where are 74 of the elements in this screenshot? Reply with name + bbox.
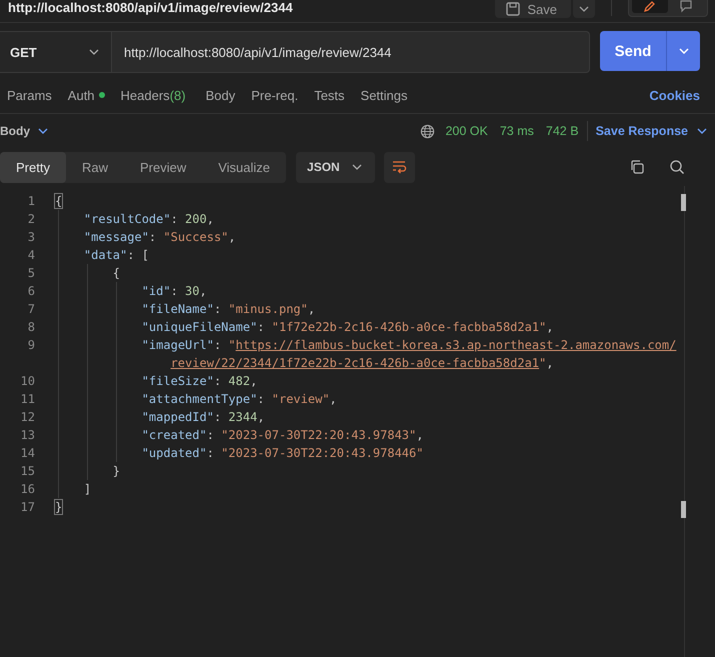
chevron-down-icon xyxy=(352,164,362,170)
request-tab[interactable]: Params xyxy=(7,88,52,102)
code-line: review/22/2344/1f72e22b-2c16-426b-a0ce-facbba58d2a1", xyxy=(170,355,554,372)
cookies-link[interactable]: Cookies xyxy=(649,88,700,102)
code-line: "imageUrl": "https://flambus-bucket-korea.s3.ap-northeast-2.amazonaws.com/ xyxy=(140,337,676,354)
save-dropdown-button[interactable] xyxy=(573,0,595,18)
line-number: 9 xyxy=(28,338,35,352)
code-line: "uniqueFileName": "1f72e22b-2c16-426b-a0ce-facbba58d2a1", xyxy=(140,319,554,336)
chevron-down-icon xyxy=(579,6,589,12)
send-button[interactable]: Send xyxy=(600,31,666,71)
code-line: "message": "Success", xyxy=(82,229,236,246)
save-button[interactable]: Save xyxy=(495,0,571,18)
code-line: { xyxy=(112,265,120,282)
request-tab[interactable]: Body xyxy=(206,88,236,102)
line-number: 2 xyxy=(28,212,35,226)
scroll-marker xyxy=(681,501,686,518)
request-tab[interactable]: Headers(8) xyxy=(120,88,186,102)
wrap-lines-icon xyxy=(391,159,408,175)
url-link[interactable]: review/22/2344/1f72e22b-2c16-426b-a0ce-facbba58d2a1 xyxy=(170,356,540,370)
format-select[interactable]: JSON xyxy=(296,152,375,182)
code-line: "fileSize": 482, xyxy=(140,373,258,390)
response-time: 73 ms xyxy=(500,124,534,138)
line-number: 3 xyxy=(28,230,35,244)
line-number: 14 xyxy=(20,446,35,460)
search-icon[interactable] xyxy=(669,159,685,175)
line-number: 11 xyxy=(20,392,35,406)
request-tab[interactable]: Pre-req. xyxy=(251,88,298,102)
body-select[interactable]: Body xyxy=(0,124,48,138)
line-number: 1 xyxy=(28,194,35,208)
line-number: 5 xyxy=(28,266,35,280)
line-number: 4 xyxy=(28,248,35,262)
save-response-button[interactable]: Save Response xyxy=(596,124,707,138)
mode-toggle[interactable] xyxy=(628,0,708,17)
chevron-down-icon xyxy=(678,48,688,54)
code-line: "id": 30, xyxy=(140,283,207,300)
code-line: { xyxy=(55,193,62,210)
code-line: "attachmentType": "review", xyxy=(140,391,337,408)
response-size: 742 B xyxy=(546,124,579,138)
code-line: } xyxy=(112,463,120,480)
code-line: "mappedId": 2344, xyxy=(140,409,265,426)
view-tab[interactable]: Raw xyxy=(66,152,124,182)
request-tab[interactable]: Tests xyxy=(314,88,345,102)
code-line: "resultCode": 200, xyxy=(82,211,214,228)
status-code: 200 OK xyxy=(445,124,488,138)
comment-icon xyxy=(679,0,693,13)
line-number: 6 xyxy=(28,284,35,298)
line-number: 10 xyxy=(20,374,35,388)
request-tab[interactable]: Auth xyxy=(68,88,105,102)
wrap-lines-button[interactable] xyxy=(384,152,415,182)
line-number: 12 xyxy=(20,410,35,424)
line-number: 13 xyxy=(20,428,35,442)
copy-icon[interactable] xyxy=(629,159,645,175)
code-line: ] xyxy=(82,481,92,498)
line-number: 16 xyxy=(20,482,35,496)
line-number: 17 xyxy=(20,500,35,514)
view-tab[interactable]: Visualize xyxy=(202,152,286,182)
globe-icon[interactable] xyxy=(420,124,436,138)
request-title: http://localhost:8080/api/v1/image/review/2344 xyxy=(8,0,293,15)
code-line: "data": [ xyxy=(82,247,149,264)
code-line: "created": "2023-07-30T22:20:43.97843", xyxy=(140,427,424,444)
code-line: "updated": "2023-07-30T22:20:43.978446" xyxy=(140,445,424,462)
scrollbar-thumb[interactable] xyxy=(681,194,686,211)
url-link[interactable]: https://flambus-bucket-korea.s3.ap-northeast-2.amazonaws.com/ xyxy=(236,338,676,352)
line-number: 7 xyxy=(28,302,35,316)
code-line: } xyxy=(55,499,62,516)
line-number: 15 xyxy=(20,464,35,478)
view-tab[interactable]: Pretty xyxy=(0,152,66,182)
request-tab[interactable]: Settings xyxy=(360,88,408,102)
chevron-down-icon xyxy=(38,128,48,134)
line-number: 8 xyxy=(28,320,35,334)
pencil-icon xyxy=(643,0,657,13)
code-line: "fileName": "minus.png", xyxy=(140,301,316,318)
view-tab[interactable]: Preview xyxy=(124,152,202,182)
chevron-down-icon xyxy=(697,128,707,134)
